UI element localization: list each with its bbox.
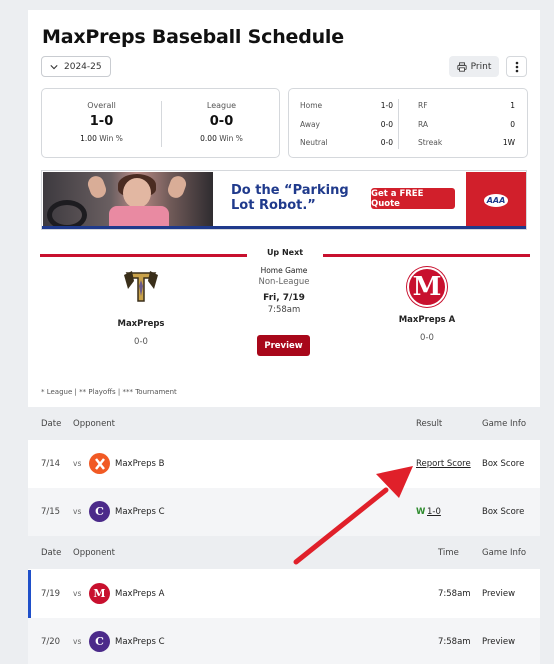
away-team-record: 0-0 — [420, 333, 434, 343]
ad-banner[interactable]: Do the “Parking Lot Robot.” Get a FREE Q… — [41, 170, 527, 230]
league-label: League — [206, 101, 237, 110]
col-opponent: Opponent — [73, 548, 116, 558]
opponent-logo-icon — [89, 453, 110, 474]
game-time: 7:58am — [438, 589, 471, 599]
overall-win-pct-label: Win % — [99, 134, 123, 143]
up-next-heading: Up Next — [266, 248, 304, 257]
schedule-legend: * League | ** Playoffs | *** Tournament — [41, 388, 177, 396]
record-summary: Overall 1-0 1.00 Win % League 0-0 0.00 W… — [41, 88, 280, 158]
opponent-name[interactable]: MaxPreps C — [115, 637, 165, 647]
home-team-record: 0-0 — [134, 337, 148, 347]
split-label-away: Away — [300, 120, 320, 129]
printer-icon — [457, 61, 467, 72]
preview-link[interactable]: Preview — [482, 589, 515, 599]
split-label-streak: Streak — [418, 138, 443, 147]
game-time: 7:58am — [267, 305, 301, 315]
opponent-logo-icon: C — [89, 631, 110, 652]
league-value: 0-0 — [209, 114, 234, 129]
preview-link[interactable]: Preview — [482, 637, 515, 647]
chevron-down-icon — [50, 64, 58, 69]
ad-headline: Do the “Parking Lot Robot.” — [231, 183, 349, 213]
past-games-header: Date Opponent Result Game Info — [28, 407, 540, 440]
vs-label: vs — [73, 589, 82, 598]
win-indicator: W — [416, 507, 426, 517]
col-date: Date — [41, 548, 62, 558]
col-date: Date — [41, 419, 62, 429]
ad-photo — [43, 172, 213, 229]
table-row[interactable]: 7/20 vs C MaxPreps C 7:58am Preview — [28, 618, 540, 664]
col-time: Time — [438, 548, 459, 558]
up-next-game-info: Home Game Non-League Fri, 7/19 7:58am — [224, 266, 344, 315]
ad-brand-text: AAA — [483, 193, 509, 207]
upcoming-games-header: Date Opponent Time Game Info — [28, 536, 540, 569]
table-row[interactable]: 7/19 vs M MaxPreps A 7:58am Preview — [28, 570, 540, 618]
col-result: Result — [416, 419, 443, 429]
split-label-rf: RF — [418, 101, 428, 110]
league-record: League 0-0 0.00 Win % — [162, 89, 281, 159]
overall-win-pct: 1.00 — [80, 134, 97, 143]
overall-record: Overall 1-0 1.00 Win % — [42, 89, 161, 159]
season-dropdown[interactable]: 2024-25 — [41, 56, 111, 77]
split-label-ra: RA — [418, 120, 429, 129]
game-date: Fri, 7/19 — [263, 293, 305, 303]
print-button[interactable]: Print — [449, 56, 499, 77]
opponent-name[interactable]: MaxPreps C — [115, 507, 165, 517]
split-label-home: Home — [300, 101, 323, 110]
maxpreps-logo-icon — [124, 271, 158, 302]
game-date: 7/15 — [41, 507, 61, 517]
ad-brand-logo: AAA — [466, 172, 526, 228]
box-score-link[interactable]: Box Score — [482, 507, 524, 517]
split-label-neutral: Neutral — [300, 138, 328, 147]
record-splits: Home 1-0 Away 0-0 Neutral 0-0 RF 1 RA 0 … — [288, 88, 528, 158]
col-game-info: Game Info — [482, 548, 527, 558]
vs-label: vs — [73, 637, 82, 646]
split-value-away: 0-0 — [380, 120, 393, 129]
table-row[interactable]: 7/14 vs MaxPreps B Report Score Box Scor… — [28, 440, 540, 488]
current-game-indicator — [28, 570, 31, 618]
schedule-card: MaxPreps Baseball Schedule 2024-25 Print… — [28, 10, 540, 664]
more-vertical-icon — [515, 61, 518, 72]
away-team-name: MaxPreps A — [398, 315, 456, 325]
game-date: 7/14 — [41, 459, 61, 469]
split-value-home: 1-0 — [380, 101, 393, 110]
game-result-link[interactable]: 1-0 — [427, 507, 441, 517]
split-value-ra: 0 — [510, 120, 515, 129]
league-win-pct: 0.00 — [200, 134, 217, 143]
divider — [398, 99, 399, 149]
split-value-streak: 1W — [502, 138, 515, 147]
box-score-link[interactable]: Box Score — [482, 459, 524, 469]
league-type: Non-League — [258, 277, 310, 287]
game-type: Home Game — [260, 266, 308, 275]
split-value-neutral: 0-0 — [380, 138, 393, 147]
opponent-name[interactable]: MaxPreps B — [115, 459, 164, 469]
report-score-link[interactable]: Report Score — [416, 459, 471, 469]
opponent-name[interactable]: MaxPreps A — [115, 589, 164, 599]
up-next-away-team[interactable]: M MaxPreps A 0-0 — [382, 267, 472, 343]
print-label: Print — [470, 61, 492, 72]
preview-button[interactable]: Preview — [257, 335, 310, 356]
col-game-info: Game Info — [482, 419, 527, 429]
more-options-button[interactable] — [506, 56, 527, 77]
overall-label: Overall — [87, 101, 116, 110]
table-row[interactable]: 7/15 vs C MaxPreps C W 1-0 Box Score — [28, 488, 540, 536]
game-time: 7:58am — [438, 637, 471, 647]
league-win-pct-label: Win % — [219, 134, 243, 143]
up-next-home-team[interactable]: MaxPreps 0-0 — [96, 267, 186, 347]
vs-label: vs — [73, 507, 82, 516]
home-team-name: MaxPreps — [117, 319, 165, 329]
opponent-logo-icon: C — [89, 501, 110, 522]
ad-cta-button[interactable]: Get a FREE Quote — [371, 188, 455, 209]
overall-value: 1-0 — [89, 114, 114, 129]
maxpreps-a-logo-icon: M — [407, 267, 447, 307]
game-date: 7/19 — [41, 589, 61, 599]
col-opponent: Opponent — [73, 419, 116, 429]
game-date: 7/20 — [41, 637, 61, 647]
season-label: 2024-25 — [64, 61, 102, 72]
opponent-logo-icon: M — [89, 583, 110, 604]
vs-label: vs — [73, 459, 82, 468]
page-title: MaxPreps Baseball Schedule — [42, 26, 344, 48]
split-value-rf: 1 — [510, 101, 515, 110]
